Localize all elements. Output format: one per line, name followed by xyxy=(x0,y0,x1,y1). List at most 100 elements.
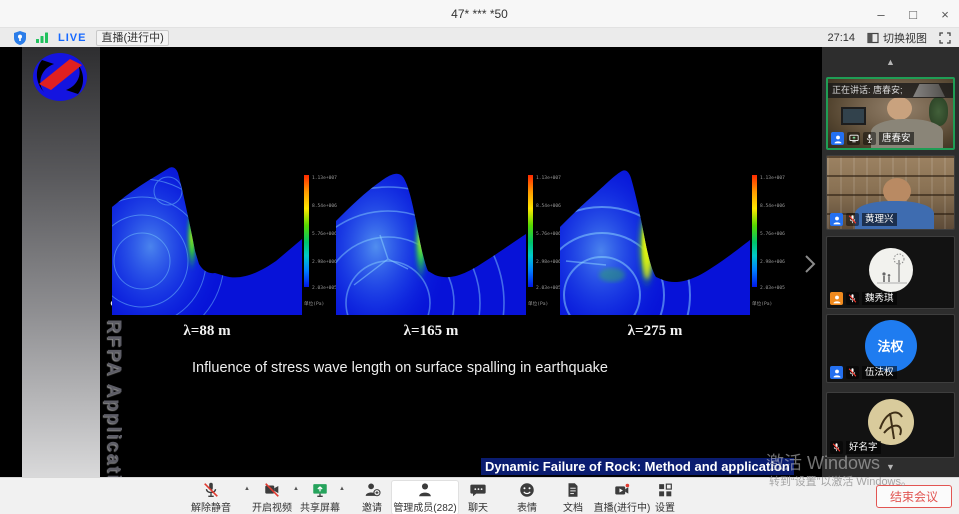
figure-3-label: λ=275 m xyxy=(560,323,750,340)
next-slide-chevron-icon[interactable] xyxy=(802,253,818,275)
mic-muted-icon xyxy=(186,481,236,499)
simulation-figure-3: 1.13e+007 8.54e+006 5.76e+006 2.98e+006 … xyxy=(560,163,800,355)
meeting-timer: 27:14 xyxy=(827,32,855,44)
shared-screen-stage: ● RFPA Application xyxy=(0,47,822,477)
fullscreen-icon[interactable] xyxy=(939,32,951,44)
manage-members-button[interactable]: 管理成员(282) xyxy=(392,481,458,514)
participant-tile-huanglixing[interactable]: 黄理兴 xyxy=(826,155,955,230)
svg-text:单位(Pa): 单位(Pa) xyxy=(304,300,324,307)
participant-name-row: 黄理兴 xyxy=(830,213,897,226)
participant-name: 魏秀琪 xyxy=(862,292,897,305)
participant-name: 伍法权 xyxy=(862,366,897,379)
participant-name: 唐春安 xyxy=(879,132,914,145)
stress-field-image-2 xyxy=(336,163,526,315)
slide-footer-text: Dynamic Failure of Rock: Method and appl… xyxy=(481,458,794,475)
chat-button[interactable]: 聊天 xyxy=(453,481,503,514)
live-status-label: 直播(进行中) xyxy=(96,30,168,46)
svg-text:1.13e+007: 1.13e+007 xyxy=(760,175,785,181)
speaking-banner: 正在讲话: 唐春安; xyxy=(828,83,953,98)
svg-text:2.03e+005: 2.03e+005 xyxy=(536,285,561,291)
share-screen-button[interactable]: 共享屏幕 xyxy=(295,481,345,514)
svg-text:2.03e+005: 2.03e+005 xyxy=(312,285,337,291)
share-screen-label: 共享屏幕 xyxy=(295,499,345,514)
emoji-label: 表情 xyxy=(502,499,552,514)
manage-members-label: 管理成员(282) xyxy=(392,499,458,514)
svg-text:2.98e+006: 2.98e+006 xyxy=(536,259,561,265)
settings-button[interactable]: 设置 xyxy=(640,481,690,514)
windows-activation-watermark-line2: 转到“设置”以激活 Windows。 xyxy=(769,473,912,489)
camera-off-icon xyxy=(247,481,297,499)
window-title: 47* *** *50 xyxy=(0,7,959,21)
stress-field-image-1 xyxy=(112,163,302,315)
share-screen-icon xyxy=(295,481,345,499)
title-bar: 47* *** *50 – □ × xyxy=(0,0,959,28)
window-controls: – □ × xyxy=(873,0,953,28)
start-video-button[interactable]: 开启视频 xyxy=(247,481,297,514)
participant-tile-wufaquan[interactable]: 法权 伍法权 xyxy=(826,314,955,383)
role-badge-icon xyxy=(830,213,843,226)
slide-caption: Influence of stress wave length on surfa… xyxy=(150,360,650,376)
colorbar-3: 1.13e+007 8.54e+006 5.76e+006 2.98e+006 … xyxy=(752,171,796,311)
mic-muted-icon xyxy=(846,213,859,226)
signal-strength-icon xyxy=(36,32,48,43)
banner-highlight-blob xyxy=(913,84,945,97)
invite-label: 邀请 xyxy=(347,499,397,514)
participant-name-row: 伍法权 xyxy=(830,366,897,379)
unmute-button[interactable]: 解除静音 xyxy=(186,481,236,514)
figure-2-label: λ=165 m xyxy=(336,323,526,340)
live-badge: LIVE xyxy=(58,32,86,44)
simulation-figure-1: 1.13e+007 8.54e+006 5.76e+006 2.98e+006 … xyxy=(112,163,352,355)
participant-tile-tangchunan[interactable]: 正在讲话: 唐春安; 唐春安 xyxy=(826,77,955,150)
maximize-icon[interactable]: □ xyxy=(905,7,921,22)
avatar: 法权 xyxy=(865,320,917,372)
scroll-up-icon[interactable]: ▲ xyxy=(822,57,959,67)
status-right: 27:14 切换视图 xyxy=(827,28,951,47)
stress-field-image-3 xyxy=(560,163,750,315)
svg-text:8.54e+006: 8.54e+006 xyxy=(312,203,337,209)
avatar xyxy=(868,399,914,445)
chat-bubble-icon xyxy=(453,481,503,499)
shield-icon xyxy=(14,31,26,45)
speaking-banner-text: 正在讲话: 唐春安; xyxy=(832,85,903,95)
svg-text:单位(Pa): 单位(Pa) xyxy=(752,300,772,307)
switch-view-label: 切换视图 xyxy=(883,30,927,46)
share-options-caret[interactable]: ▲ xyxy=(339,486,345,492)
figure-1-label: λ=88 m xyxy=(112,323,302,340)
svg-text:5.76e+006: 5.76e+006 xyxy=(760,231,785,237)
invite-button[interactable]: 邀请 xyxy=(347,481,397,514)
participants-panel: ▲ 正在讲话: 唐春安; 唐春安 xyxy=(822,47,959,477)
apps-grid-icon xyxy=(640,481,690,499)
mic-muted-icon xyxy=(846,366,859,379)
mic-muted-icon xyxy=(846,292,859,305)
svg-text:1.13e+007: 1.13e+007 xyxy=(312,175,337,181)
minimize-icon[interactable]: – xyxy=(873,7,889,22)
avatar xyxy=(869,248,913,292)
svg-text:8.54e+006: 8.54e+006 xyxy=(760,203,785,209)
status-left: LIVE 直播(进行中) xyxy=(14,28,169,47)
role-badge-icon xyxy=(831,132,844,145)
switch-view-button[interactable]: 切换视图 xyxy=(867,30,927,46)
svg-text:2.98e+006: 2.98e+006 xyxy=(312,259,337,265)
emoji-button[interactable]: 表情 xyxy=(502,481,552,514)
slide-footer-title: Dynamic Failure of Rock: Method and appl… xyxy=(481,458,794,476)
svg-text:5.76e+006: 5.76e+006 xyxy=(312,231,337,237)
role-badge-icon xyxy=(830,366,843,379)
svg-text:单位(Pa): 单位(Pa) xyxy=(528,300,548,307)
meeting-window: 47* *** *50 – □ × LIVE 直播(进行中) 27:14 xyxy=(0,0,959,514)
members-icon xyxy=(392,481,458,499)
start-video-label: 开启视频 xyxy=(247,499,297,514)
unmute-label: 解除静音 xyxy=(186,499,236,514)
participant-name-row: 魏秀琪 xyxy=(830,292,897,305)
participant-name: 黄理兴 xyxy=(862,213,897,226)
layout-switch-icon xyxy=(867,32,879,44)
status-bar: LIVE 直播(进行中) 27:14 切换视图 xyxy=(0,28,959,47)
screen-share-icon xyxy=(847,132,860,145)
close-icon[interactable]: × xyxy=(937,7,953,22)
participant-tile-weixiuqi[interactable]: 魏秀琪 xyxy=(826,236,955,309)
participant-name-row: 唐春安 xyxy=(831,132,914,145)
svg-text:5.76e+006: 5.76e+006 xyxy=(536,231,561,237)
slide-sidebar: ● RFPA Application xyxy=(22,47,100,477)
role-badge-icon xyxy=(830,292,843,305)
svg-text:1.13e+007: 1.13e+007 xyxy=(536,175,561,181)
svg-text:2.98e+006: 2.98e+006 xyxy=(760,259,785,265)
